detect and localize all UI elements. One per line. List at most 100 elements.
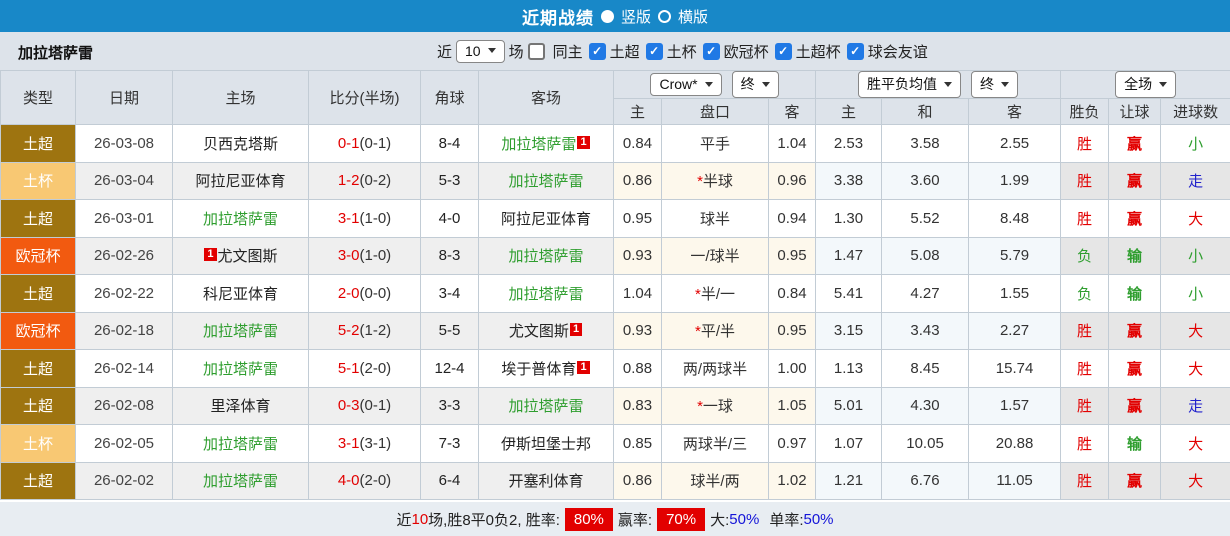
result-winlose: 胜 xyxy=(1061,200,1109,238)
col-header-away: 客场 xyxy=(479,71,614,125)
league-checkbox-supercup[interactable]: ✓ xyxy=(775,43,792,60)
result-winlose: 负 xyxy=(1061,275,1109,313)
results-table: 类型 日期 主场 比分(半场) 角球 客场 Crow* 终 xyxy=(0,70,1230,500)
match-type-badge: 欧冠杯 xyxy=(1,237,76,275)
avg-win: 5.01 xyxy=(816,387,882,425)
result-winlose: 胜 xyxy=(1061,387,1109,425)
avg-draw: 10.05 xyxy=(882,425,969,463)
corner-score: 8-3 xyxy=(421,237,479,275)
league-checkbox-tucup[interactable]: ✓ xyxy=(646,43,663,60)
match-type-badge: 欧冠杯 xyxy=(1,312,76,350)
corner-score: 3-3 xyxy=(421,387,479,425)
col-header-home: 主场 xyxy=(173,71,309,125)
odds-final-select[interactable]: 终 xyxy=(732,71,779,98)
horizontal-radio[interactable] xyxy=(658,10,671,23)
avg-draw: 5.08 xyxy=(882,237,969,275)
scope-select[interactable]: 全场 xyxy=(1115,71,1176,98)
match-type-badge: 土超 xyxy=(1,200,76,238)
handicap: 两球半/三 xyxy=(662,425,769,463)
col-header-score: 比分(半场) xyxy=(309,71,421,125)
sub-header-avg-draw: 和 xyxy=(882,99,969,125)
avg-win: 1.21 xyxy=(816,462,882,500)
avg-lose: 2.27 xyxy=(969,312,1061,350)
result-winlose: 胜 xyxy=(1061,162,1109,200)
vertical-radio[interactable] xyxy=(601,10,614,23)
sub-header-avg-win: 主 xyxy=(816,99,882,125)
league-checkbox-tusuper[interactable]: ✓ xyxy=(589,43,606,60)
filter-bar: 加拉塔萨雷 近 10 场 同主 ✓ 土超 ✓ 土杯 ✓ 欧冠杯 ✓ 土超杯 ✓ … xyxy=(0,32,1230,70)
home-team: 加拉塔萨雷 xyxy=(173,425,309,463)
match-date: 26-02-26 xyxy=(76,237,173,275)
result-winlose: 胜 xyxy=(1061,425,1109,463)
match-type-badge: 土超 xyxy=(1,462,76,500)
red-card-badge: 1 xyxy=(577,136,589,149)
sub-header-odds-away: 客 xyxy=(769,99,816,125)
match-row: 土超26-03-08贝西克塔斯0-1(0-1)8-4加拉塔萨雷10.84平手1.… xyxy=(1,125,1230,163)
home-team: 加拉塔萨雷 xyxy=(173,312,309,350)
match-type-badge: 土超 xyxy=(1,387,76,425)
league-checkbox-ucl[interactable]: ✓ xyxy=(703,43,720,60)
win-rate-badge: 80% xyxy=(565,508,613,531)
matches-label: 场 xyxy=(509,41,524,62)
handicap: *平/半 xyxy=(662,312,769,350)
odds-company-select[interactable]: Crow* xyxy=(650,73,721,96)
col-header-type: 类型 xyxy=(1,71,76,125)
away-team: 阿拉尼亚体育 xyxy=(479,200,614,238)
avg-lose: 11.05 xyxy=(969,462,1061,500)
match-count-select[interactable]: 10 xyxy=(456,40,505,63)
vertical-radio-label[interactable]: 竖版 xyxy=(621,6,651,27)
match-type-badge: 土超 xyxy=(1,350,76,388)
match-row: 土超26-02-02加拉塔萨雷4-0(2-0)6-4开塞利体育0.86球半/两1… xyxy=(1,462,1230,500)
summary-footer: 近10场,胜8平0负2, 胜率: 80% 赢率: 70% 大:50% 单率:50… xyxy=(0,500,1230,536)
league-label-tusuper[interactable]: 土超 xyxy=(610,41,640,62)
home-team: 1尤文图斯 xyxy=(173,237,309,275)
league-label-tucup[interactable]: 土杯 xyxy=(667,41,697,62)
home-team: 加拉塔萨雷 xyxy=(173,462,309,500)
result-goals: 大 xyxy=(1161,350,1230,388)
odds-home: 0.93 xyxy=(614,237,662,275)
handicap: 平手 xyxy=(662,125,769,163)
result-handicap: 赢 xyxy=(1109,350,1161,388)
league-label-friendly[interactable]: 球会友谊 xyxy=(868,41,928,62)
result-winlose: 胜 xyxy=(1061,462,1109,500)
near-label: 近 xyxy=(437,41,452,62)
result-handicap: 输 xyxy=(1109,425,1161,463)
avg-draw: 5.52 xyxy=(882,200,969,238)
same-home-label[interactable]: 同主 xyxy=(553,41,583,62)
match-type-badge: 土杯 xyxy=(1,425,76,463)
sub-header-handicap: 盘口 xyxy=(662,99,769,125)
match-row: 土超26-03-01加拉塔萨雷3-1(1-0)4-0阿拉尼亚体育0.95球半0.… xyxy=(1,200,1230,238)
match-date: 26-02-22 xyxy=(76,275,173,313)
red-card-badge: 1 xyxy=(570,323,582,336)
match-date: 26-03-04 xyxy=(76,162,173,200)
league-checkbox-friendly[interactable]: ✓ xyxy=(847,43,864,60)
match-type-badge: 土杯 xyxy=(1,162,76,200)
odds-home: 0.95 xyxy=(614,200,662,238)
horizontal-radio-label[interactable]: 横版 xyxy=(678,6,708,27)
league-label-ucl[interactable]: 欧冠杯 xyxy=(724,41,769,62)
home-team: 科尼亚体育 xyxy=(173,275,309,313)
odds-away: 0.95 xyxy=(769,312,816,350)
sub-header-hresult: 让球 xyxy=(1109,99,1161,125)
big-value: 50% xyxy=(729,511,759,528)
match-score: 3-1(1-0) xyxy=(309,200,421,238)
avg-select[interactable]: 胜平负均值 xyxy=(858,71,961,98)
odds-home: 0.88 xyxy=(614,350,662,388)
league-label-supercup[interactable]: 土超杯 xyxy=(796,41,841,62)
odds-away: 1.04 xyxy=(769,125,816,163)
single-label: 单率: xyxy=(769,509,803,530)
same-home-checkbox[interactable] xyxy=(528,43,545,60)
result-goals: 大 xyxy=(1161,200,1230,238)
result-goals: 小 xyxy=(1161,125,1230,163)
result-goals: 小 xyxy=(1161,275,1230,313)
avg-final-select[interactable]: 终 xyxy=(971,71,1018,98)
odds-home: 0.84 xyxy=(614,125,662,163)
avg-win: 1.47 xyxy=(816,237,882,275)
result-goals: 大 xyxy=(1161,425,1230,463)
result-goals: 走 xyxy=(1161,387,1230,425)
odds-away: 0.96 xyxy=(769,162,816,200)
avg-win: 1.30 xyxy=(816,200,882,238)
odds-home: 0.83 xyxy=(614,387,662,425)
odds-away: 1.05 xyxy=(769,387,816,425)
match-score: 3-0(1-0) xyxy=(309,237,421,275)
